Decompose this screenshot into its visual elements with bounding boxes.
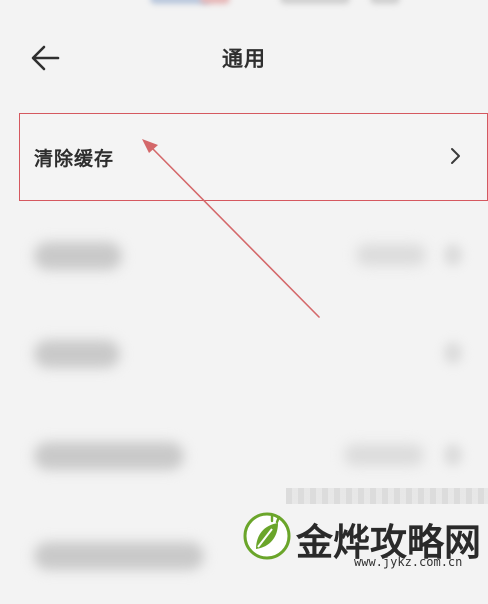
status-bar xyxy=(0,0,488,14)
status-bar-blur xyxy=(370,0,400,4)
status-bar-blur xyxy=(200,0,230,4)
blurred-row-value xyxy=(344,444,424,466)
chevron-right-icon xyxy=(451,148,460,164)
clear-cache-row[interactable]: 清除缓存 xyxy=(19,113,488,201)
blurred-chevron-icon xyxy=(444,244,462,266)
blurred-chevron-icon xyxy=(444,342,462,364)
blurred-settings-row[interactable] xyxy=(0,312,488,402)
blurred-row-label xyxy=(34,242,122,270)
watermark: 金烨攻略网 www.jykz.com.cn xyxy=(242,510,488,571)
clear-cache-label: 清除缓存 xyxy=(34,148,115,170)
blurred-chevron-icon xyxy=(444,444,462,466)
blurred-row-label xyxy=(34,340,120,368)
blurred-row-value xyxy=(356,244,426,266)
watermark-url: www.jykz.com.cn xyxy=(354,555,463,569)
page-title: 通用 xyxy=(222,47,266,71)
blurred-row-label xyxy=(34,542,204,570)
blurred-row-label xyxy=(34,442,184,470)
leaf-plug-logo-icon xyxy=(243,512,291,560)
status-bar-blur xyxy=(280,0,350,4)
blurred-settings-row[interactable] xyxy=(0,214,488,304)
app-header: 通用 xyxy=(0,24,488,90)
watermark-blur-strip xyxy=(286,488,488,504)
